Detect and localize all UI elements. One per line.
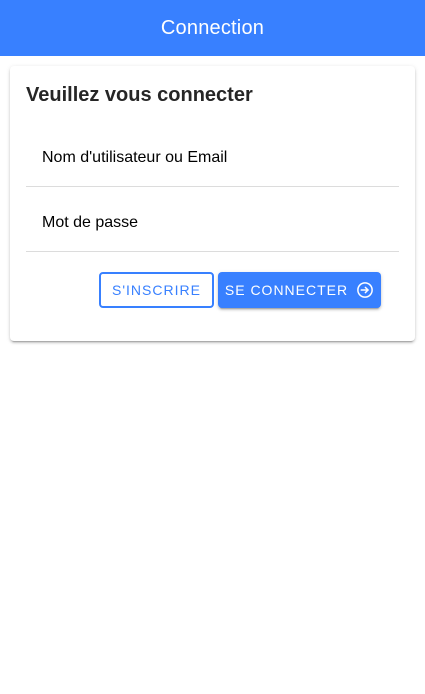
login-button-label: Se connecter bbox=[224, 282, 349, 298]
register-button-label: S'inscrire bbox=[112, 282, 201, 298]
card-title: Veuillez vous connecter bbox=[26, 84, 253, 106]
login-button[interactable]: Se connecter bbox=[218, 272, 381, 308]
header-toolbar: Connection bbox=[0, 0, 425, 56]
login-card: Veuillez vous connecter S'inscrire Se co… bbox=[10, 66, 415, 341]
page-title: Connection bbox=[160, 16, 265, 39]
register-button[interactable]: S'inscrire bbox=[99, 272, 214, 308]
password-input[interactable] bbox=[42, 196, 382, 250]
log-in-icon bbox=[356, 281, 374, 299]
password-field bbox=[26, 196, 399, 252]
username-field bbox=[26, 131, 399, 187]
username-input[interactable] bbox=[42, 131, 382, 185]
